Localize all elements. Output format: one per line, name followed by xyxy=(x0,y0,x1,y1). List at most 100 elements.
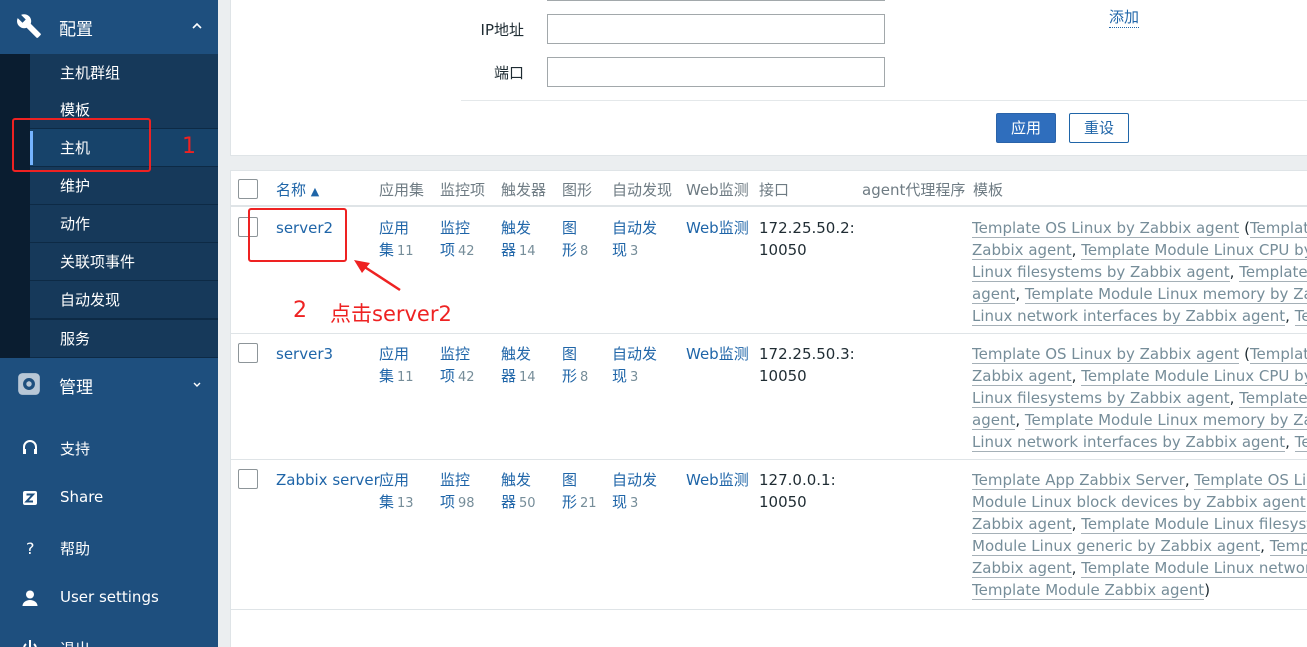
host-items-link[interactable]: 监控项 42 xyxy=(440,217,475,263)
row-checkbox[interactable] xyxy=(238,469,258,489)
ip-input[interactable] xyxy=(547,14,885,44)
template-link[interactable]: Template Module xyxy=(1249,219,1307,238)
count: 3 xyxy=(630,496,639,511)
template-link[interactable]: Template App Zabbix Server xyxy=(972,471,1185,490)
host-interface: 127.0.0.1: 10050 xyxy=(759,471,836,511)
sidebar-link-support[interactable]: 支持 xyxy=(0,428,218,468)
host-graphs-link[interactable]: 图形 21 xyxy=(562,469,597,515)
template-link[interactable]: Template OS Linux by Zabbix agent xyxy=(972,345,1240,364)
template-link[interactable]: agent xyxy=(972,411,1016,430)
template-link[interactable]: Linux network interfaces by Zabbix agent xyxy=(972,307,1286,326)
apply-button[interactable]: 应用 xyxy=(996,113,1056,143)
count: 8 xyxy=(580,244,589,259)
template-link[interactable]: Template Module Linux CPU by Zabbix xyxy=(1081,241,1307,260)
template-link[interactable]: Zabbix agent xyxy=(972,367,1072,386)
sidebar-link-help-label: 帮助 xyxy=(60,540,91,558)
power-icon xyxy=(23,640,37,647)
submenu-item-maintenance[interactable]: 维护 xyxy=(30,167,218,205)
svg-text:?: ? xyxy=(26,539,35,557)
host-interface: 172.25.50.3: 10050 xyxy=(759,345,855,385)
template-link[interactable]: Linux network interfaces by Zabbix agent xyxy=(972,433,1286,452)
host-discovery-link[interactable]: 自动发现 3 xyxy=(612,469,657,515)
hosts-table: 名称 ▲ 应用集 监控项 触发器 图形 自动发现 Web监测 接口 agent代… xyxy=(230,170,1307,647)
menu-config-label: 配置 xyxy=(59,19,93,40)
template-link[interactable]: Template Module Linux CPU by Zabbix xyxy=(1081,367,1307,386)
submenu-item-hostgroups[interactable]: 主机群组 xyxy=(30,54,218,92)
template-link[interactable]: Module Linux generic by Zabbix agent xyxy=(972,537,1261,556)
count: 11 xyxy=(397,370,414,385)
template-link[interactable]: agent xyxy=(972,285,1016,304)
annotation-box-server2 xyxy=(248,208,347,262)
host-triggers-link[interactable]: 触发器 50 xyxy=(501,469,536,515)
port-input[interactable] xyxy=(547,57,885,87)
header-triggers: 触发器 xyxy=(501,181,547,199)
sidebar-link-logout[interactable]: 退出 xyxy=(0,628,218,647)
host-name-link[interactable]: Zabbix server xyxy=(276,469,380,491)
menu-config[interactable]: 配置 xyxy=(0,0,218,54)
count: 3 xyxy=(630,370,639,385)
submenu-item-discovery[interactable]: 自动发现 xyxy=(30,281,218,319)
select-all-checkbox[interactable] xyxy=(238,179,258,199)
sidebar-link-user-settings[interactable]: User settings xyxy=(0,578,218,618)
template-link[interactable]: Template Module Zabbix agent xyxy=(972,581,1205,600)
host-graphs-link[interactable]: 图形8 xyxy=(562,343,588,389)
header-agent: agent代理程序 xyxy=(862,181,966,199)
template-link[interactable]: Linux filesystems by Zabbix agent xyxy=(972,389,1230,408)
host-discovery-link[interactable]: 自动发现 3 xyxy=(612,217,657,263)
count: 8 xyxy=(580,370,589,385)
template-link[interactable]: Template Module Linux memory by Zabbix a… xyxy=(1024,411,1307,430)
sidebar-link-help[interactable]: ? 帮助 xyxy=(0,528,218,568)
template-link[interactable]: Template Module Linux memory by Zabbix a… xyxy=(1024,285,1307,304)
count: 3 xyxy=(630,244,639,259)
host-items-link[interactable]: 监控项 42 xyxy=(440,343,475,389)
template-link[interactable]: Zabbix agent xyxy=(972,559,1072,578)
host-apps-link[interactable]: 应用集 13 xyxy=(379,469,414,515)
host-graphs-link[interactable]: 图形8 xyxy=(562,217,588,263)
header-name[interactable]: 名称 ▲ xyxy=(276,179,319,200)
host-web-link[interactable]: Web监测 xyxy=(686,343,749,365)
sidebar-link-share-label: Share xyxy=(60,488,104,506)
annotation-step1: 1 xyxy=(182,134,196,159)
host-discovery-link[interactable]: 自动发现 3 xyxy=(612,343,657,389)
template-link[interactable]: Template Module xyxy=(1239,263,1307,282)
sidebar-link-share[interactable]: Share xyxy=(0,478,218,518)
wrench-icon xyxy=(17,14,41,38)
count: 14 xyxy=(519,370,536,385)
menu-admin[interactable]: 管理 xyxy=(0,358,218,412)
host-web-link[interactable]: Web监测 xyxy=(686,217,749,239)
template-link[interactable]: Template Module Linux filesystems by xyxy=(1081,515,1307,534)
filter-panel: IP地址 端口 添加 应用 重设 xyxy=(230,0,1307,156)
filter-input-above[interactable] xyxy=(547,0,885,1)
template-link[interactable]: Linux filesystems by Zabbix agent xyxy=(972,263,1230,282)
add-link[interactable]: 添加 xyxy=(1109,6,1140,28)
template-link[interactable]: Template Module Linux network interfaces xyxy=(1081,559,1307,578)
host-items-link[interactable]: 监控项 98 xyxy=(440,469,475,515)
host-web-link[interactable]: Web监测 xyxy=(686,469,749,491)
template-link[interactable]: Module Linux block devices by Zabbix age… xyxy=(972,493,1306,512)
count: 50 xyxy=(519,496,536,511)
headset-icon xyxy=(23,440,37,454)
host-triggers-link[interactable]: 触发器 14 xyxy=(501,217,536,263)
submenu-item-services[interactable]: 服务 xyxy=(30,320,218,358)
submenu-item-correlation[interactable]: 关联项事件 xyxy=(30,243,218,281)
template-link[interactable]: Template Module xyxy=(1269,537,1307,556)
host-name-link[interactable]: server3 xyxy=(276,343,333,365)
sidebar-link-logout-label: 退出 xyxy=(60,638,90,647)
submenu-item-actions[interactable]: 动作 xyxy=(30,205,218,243)
template-link[interactable]: Template Module xyxy=(1294,433,1307,452)
template-link[interactable]: Template Module xyxy=(1249,345,1307,364)
gear-icon xyxy=(18,373,40,395)
host-triggers-link[interactable]: 触发器 14 xyxy=(501,343,536,389)
template-link[interactable]: Template Module xyxy=(1294,307,1307,326)
header-templates: 模板 xyxy=(973,181,1004,199)
template-link[interactable]: Template Module xyxy=(1239,389,1307,408)
template-link[interactable]: Template OS Linux by xyxy=(1194,471,1307,490)
host-apps-link[interactable]: 应用集 11 xyxy=(379,343,414,389)
table-row: Zabbix server 应用集 13 监控项 98 触发器 50 图形 21 自动发现 3 Web… xyxy=(231,460,1307,610)
row-checkbox[interactable] xyxy=(238,343,258,363)
reset-button[interactable]: 重设 xyxy=(1069,113,1129,143)
template-link[interactable]: Zabbix agent xyxy=(972,515,1072,534)
template-link[interactable]: Zabbix agent xyxy=(972,241,1072,260)
template-link[interactable]: Template OS Linux by Zabbix agent xyxy=(972,219,1240,238)
host-interface: 172.25.50.2: 10050 xyxy=(759,219,855,259)
